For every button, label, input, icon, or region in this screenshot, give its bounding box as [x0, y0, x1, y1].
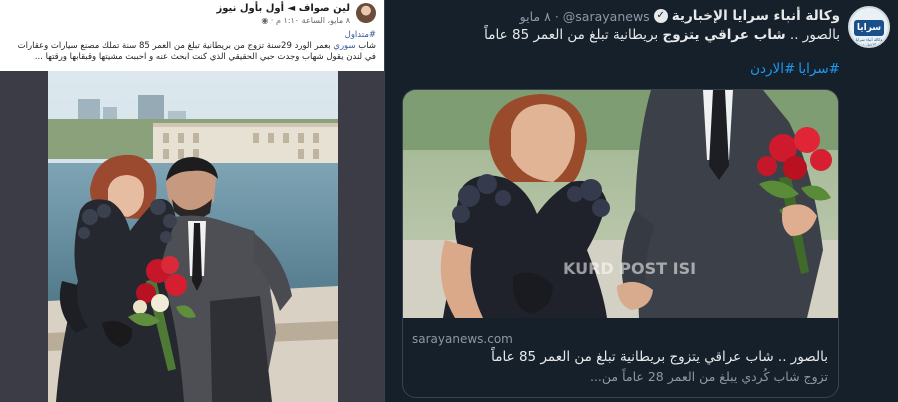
tweet-text-suffix: بريطانية تبلغ من العمر 85 عاماً: [484, 27, 663, 43]
tweet-header: وكالة أنباء سرايا الإخبارية ✓ @sarayanew…: [520, 8, 840, 24]
link-card-domain: sarayanews.com: [412, 332, 513, 346]
couple-on-boat-photo: [48, 71, 338, 402]
image-watermark: KURD POST ISI: [563, 259, 696, 278]
facebook-post-photo[interactable]: [48, 71, 338, 402]
tweet-author-handle[interactable]: @sarayanews: [563, 9, 650, 24]
verified-badge-icon: ✓: [653, 9, 668, 23]
facebook-post-timestamp[interactable]: ٨ مايو، الساعة ١:١٠ م · ◉: [261, 16, 350, 25]
facebook-body-text-end: بعمر الورد 29سنة تزوج من بريطانية تبلغ م…: [17, 41, 376, 62]
tweet-text-prefix: بالصور ..: [785, 27, 840, 43]
tweet-author-name[interactable]: وكالة أنباء سرايا الإخبارية: [672, 8, 840, 24]
tweet-date[interactable]: ٨ مايو: [520, 9, 551, 24]
facebook-body-text-start: شاب: [355, 41, 376, 51]
link-card-image: KURD POST ISI: [403, 90, 838, 318]
twitter-screenshot: سرايا وكالة أنباء سرايا الإخبارية وكالة …: [384, 0, 898, 402]
tweet-text: بالصور .. شاب عراقي يتزوج بريطانية تبلغ …: [484, 27, 840, 43]
tweet-header-separator: ·: [554, 8, 559, 24]
facebook-author-avatar[interactable]: [356, 3, 376, 23]
tweet-text-bold: شاب عراقي يتزوج: [662, 27, 786, 43]
couple-closeup-photo: KURD POST ISI: [403, 90, 838, 318]
facebook-hashtag-link[interactable]: #متداول: [345, 30, 376, 40]
facebook-author-name[interactable]: لين صواف ◄ أول بأول نيوز: [217, 3, 351, 14]
link-card-title: بالصور .. شاب عراقي يتزوج بريطانية تبلغ …: [491, 349, 828, 365]
tweet-link-card[interactable]: KURD POST ISI sarayanews.com بالصور .. ش…: [402, 89, 839, 398]
saraya-logo: سرايا: [854, 20, 884, 36]
facebook-body-hashtag[interactable]: سوري: [333, 41, 355, 51]
hashtag-link[interactable]: #الاردن: [750, 61, 795, 77]
hashtag-link[interactable]: #سرايا: [798, 61, 840, 77]
saraya-logo-subtitle: وكالة أنباء سرايا الإخبارية: [855, 37, 883, 47]
facebook-post-card: لين صواف ◄ أول بأول نيوز ٨ مايو، الساعة …: [0, 0, 384, 71]
tweet-author-avatar[interactable]: سرايا وكالة أنباء سرايا الإخبارية: [848, 6, 890, 48]
facebook-post-body: شاب سوري بعمر الورد 29سنة تزوج من بريطان…: [4, 41, 376, 63]
facebook-screenshot: لين صواف ◄ أول بأول نيوز ٨ مايو، الساعة …: [0, 0, 384, 402]
tweet-hashtags: #سرايا#الاردن: [747, 61, 840, 77]
link-card-description: تزوج شاب كُردي يبلغ من العمر 28 عاماً من…: [589, 369, 828, 384]
